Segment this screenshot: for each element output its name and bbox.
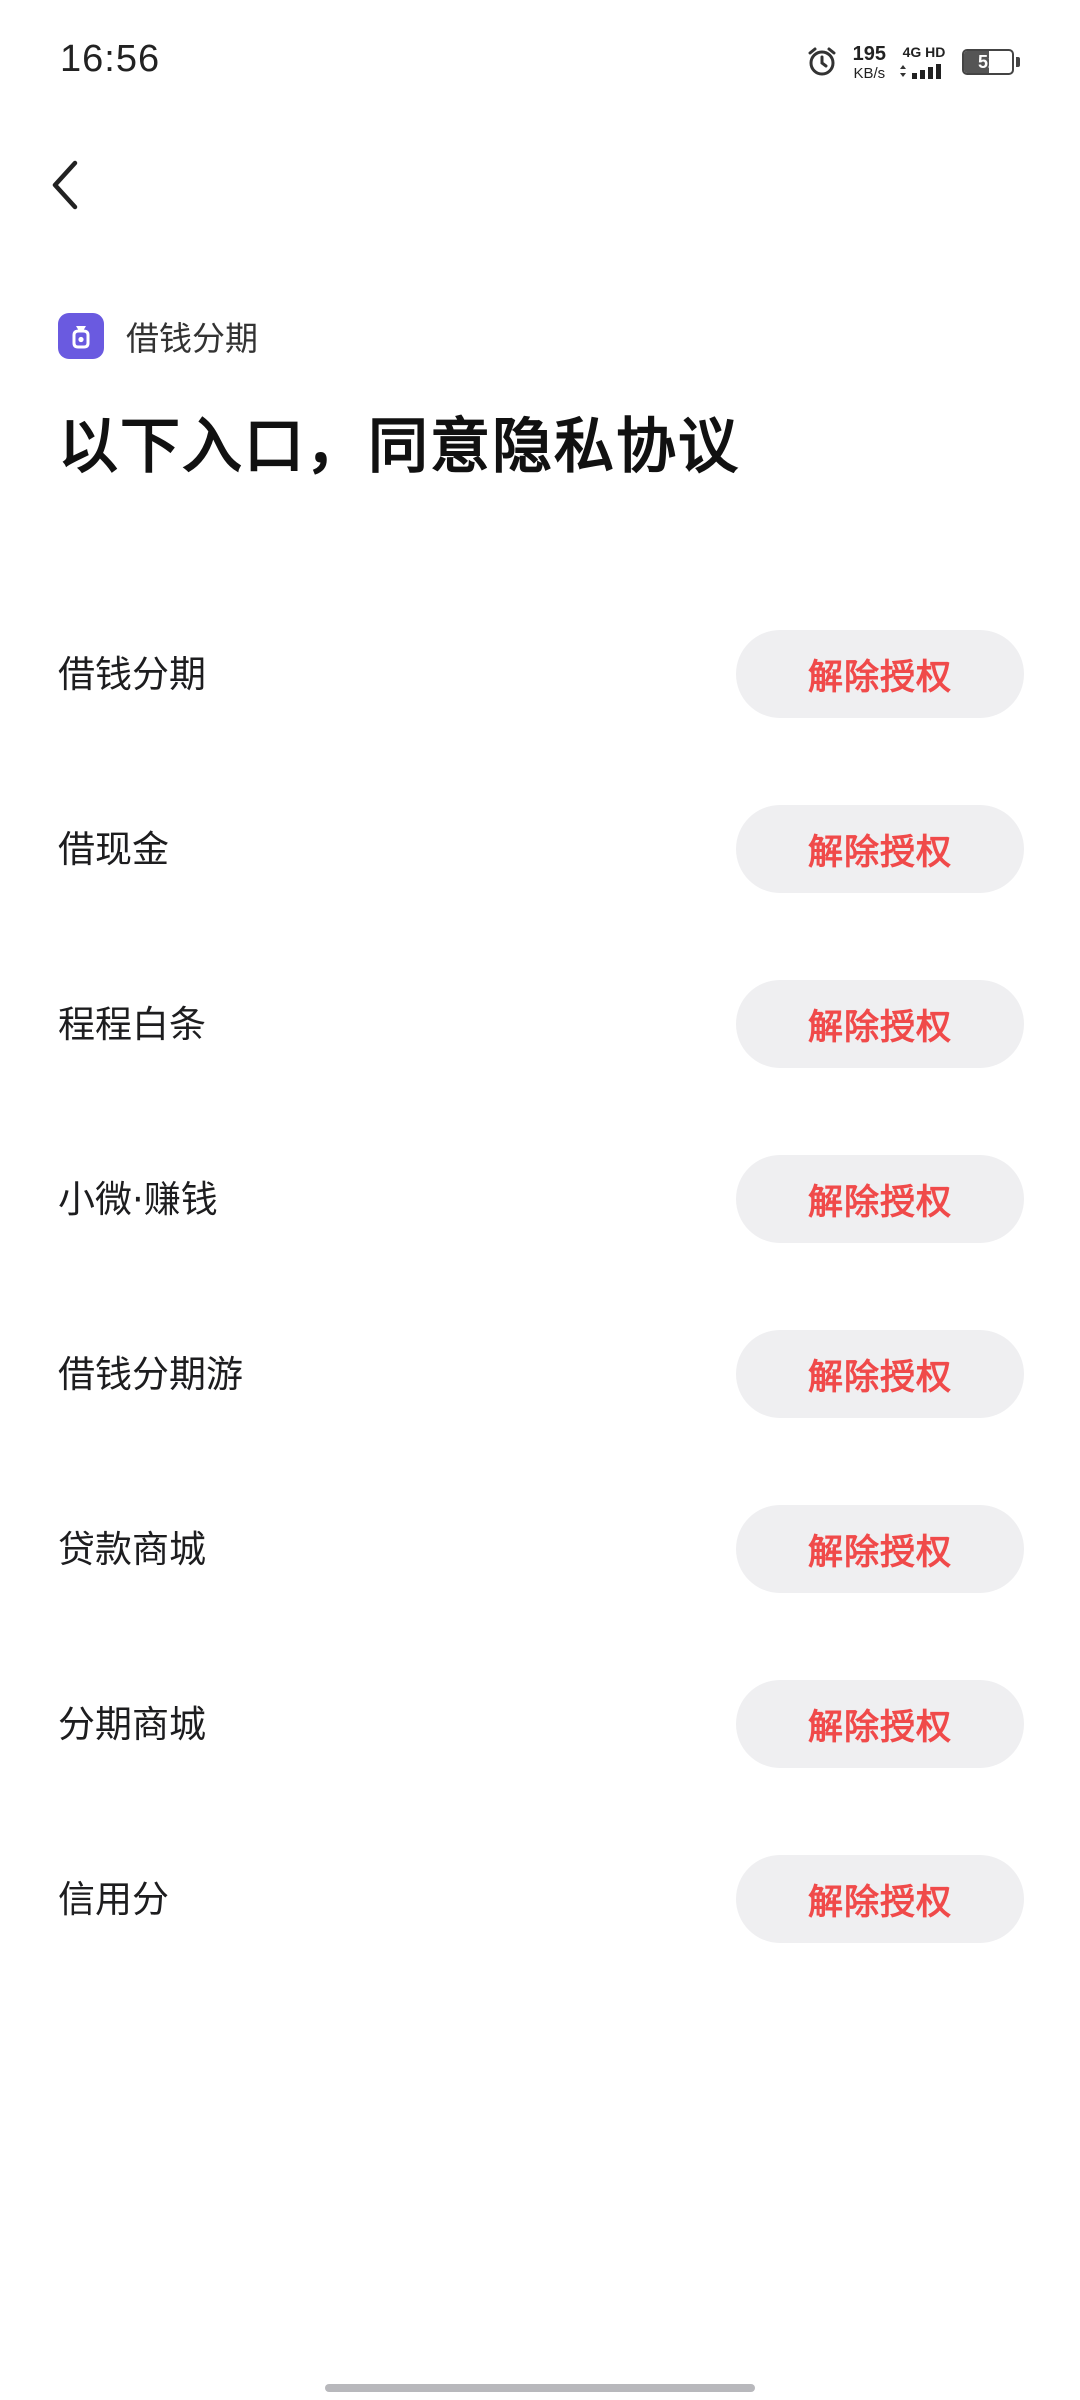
network-type-label: 4G HD [902, 44, 946, 60]
list-item-label: 贷款商城 [58, 1528, 206, 1571]
battery-level: 52 [977, 51, 999, 72]
list-item: 小微·赚钱 解除授权 [0, 1155, 1080, 1245]
net-speed: 195 KB/s [853, 44, 886, 81]
revoke-authorization-button[interactable]: 解除授权 [736, 805, 1024, 893]
list-item-label: 程程白条 [58, 1003, 206, 1046]
list-item-label: 借钱分期游 [58, 1353, 243, 1396]
cellular-signal: 4G HD [900, 45, 948, 79]
revoke-authorization-button[interactable]: 解除授权 [736, 630, 1024, 718]
revoke-authorization-button[interactable]: 解除授权 [736, 1505, 1024, 1593]
list-item: 信用分 解除授权 [0, 1855, 1080, 1945]
revoke-authorization-button[interactable]: 解除授权 [736, 1330, 1024, 1418]
net-speed-unit: KB/s [853, 64, 886, 82]
list-item: 借钱分期游 解除授权 [0, 1330, 1080, 1420]
home-indicator[interactable] [325, 2384, 755, 2392]
money-bag-icon [58, 313, 104, 359]
revoke-authorization-button[interactable]: 解除授权 [736, 1855, 1024, 1943]
list-item: 程程白条 解除授权 [0, 980, 1080, 1070]
app-header: 借钱分期 [58, 312, 258, 360]
list-item: 贷款商城 解除授权 [0, 1505, 1080, 1595]
back-button[interactable] [30, 150, 100, 220]
list-item-label: 信用分 [58, 1878, 169, 1921]
list-item-label: 借钱分期 [58, 653, 206, 696]
signal-bars-icon [900, 64, 941, 79]
revoke-authorization-button[interactable]: 解除授权 [736, 1155, 1024, 1243]
list-item: 借现金 解除授权 [0, 805, 1080, 895]
list-item: 分期商城 解除授权 [0, 1680, 1080, 1770]
battery-cap [1016, 57, 1020, 67]
list-item-label: 小微·赚钱 [58, 1178, 218, 1221]
page-title: 以下入口，同意隐私协议 [58, 412, 740, 482]
status-indicators: 195 KB/s 4G HD 52 [805, 40, 1020, 84]
list-item-label: 分期商城 [58, 1703, 206, 1746]
alarm-icon [808, 47, 836, 76]
net-speed-value: 195 [852, 42, 886, 65]
revoke-authorization-button[interactable]: 解除授权 [736, 980, 1024, 1068]
money-bag-glyph [72, 326, 90, 349]
app-name: 借钱分期 [126, 319, 258, 358]
status-bar: 16:56 195 KB/s 4G HD 52 [0, 0, 1080, 130]
status-time: 16:56 [60, 38, 161, 80]
chevron-left-icon [52, 160, 78, 210]
list-item: 借钱分期 解除授权 [0, 630, 1080, 720]
battery-indicator: 52 [962, 49, 1020, 75]
battery-icon: 52 [962, 49, 1014, 75]
list-item-label: 借现金 [58, 828, 169, 871]
revoke-authorization-button[interactable]: 解除授权 [736, 1680, 1024, 1768]
